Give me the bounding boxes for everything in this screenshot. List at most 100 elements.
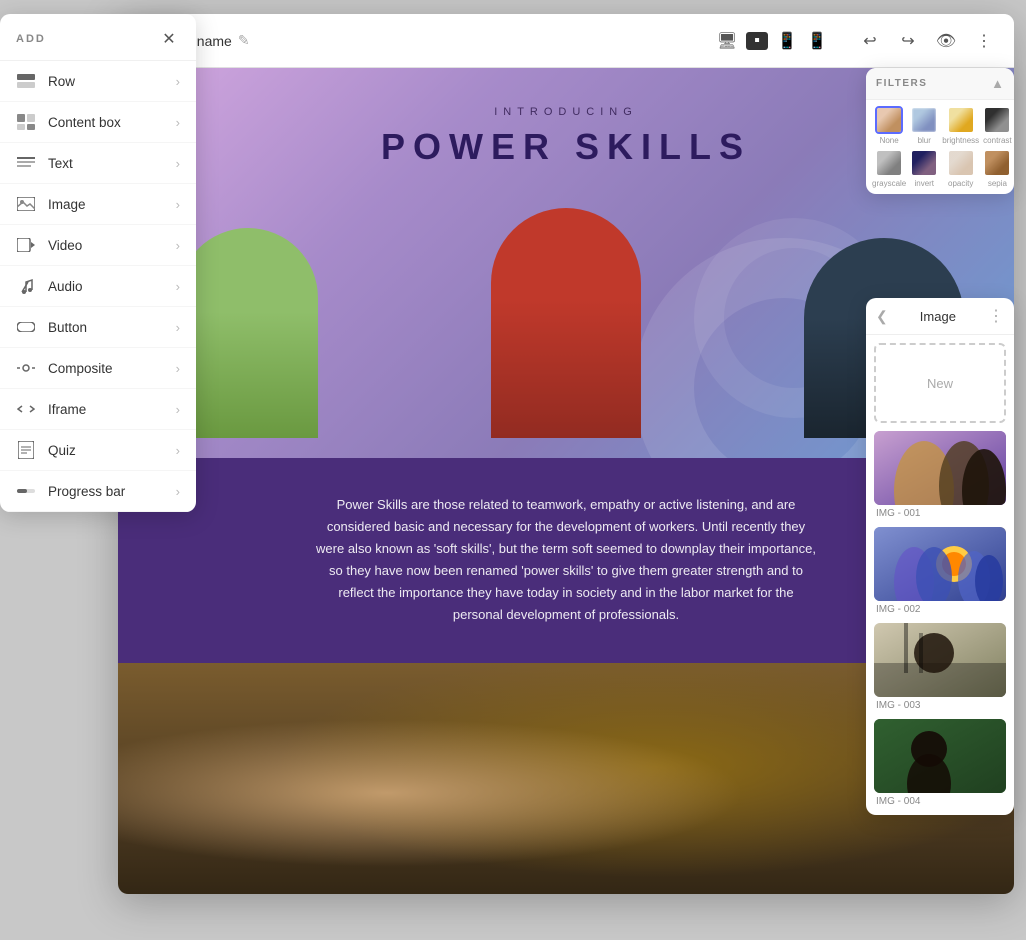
filter-none-label: None: [880, 136, 899, 145]
image-label-003: IMG - 003: [874, 700, 1006, 711]
device-icons: 🖥 ▪ 📱 📱: [716, 32, 828, 50]
content-box-chevron-icon: ›: [176, 115, 180, 130]
filters-title: FILTERS: [876, 78, 927, 89]
filter-brightness-label: brightness: [942, 136, 979, 145]
iframe-icon: [16, 399, 36, 419]
filter-grayscale[interactable]: grayscale: [872, 149, 906, 188]
filter-grayscale-label: grayscale: [872, 179, 906, 188]
sidebar-item-composite[interactable]: Composite ›: [0, 348, 196, 389]
sidebar-item-quiz[interactable]: Quiz ›: [0, 430, 196, 471]
filters-collapse-button[interactable]: ▲: [991, 76, 1004, 91]
sidebar-header: ADD ✕: [0, 14, 196, 61]
sidebar-item-label-composite: Composite: [48, 361, 113, 376]
sidebar-item-label-progress-bar: Progress bar: [48, 484, 125, 499]
video-icon: [16, 235, 36, 255]
filters-header: FILTERS ▲: [866, 68, 1014, 100]
sidebar-item-image[interactable]: Image ›: [0, 184, 196, 225]
button-icon: [16, 317, 36, 337]
filter-blur-label: blur: [918, 136, 931, 145]
sidebar-item-row[interactable]: Row ›: [0, 61, 196, 102]
filter-none[interactable]: None: [872, 106, 906, 145]
filter-sepia[interactable]: sepia: [983, 149, 1011, 188]
edit-unit-name-icon[interactable]: ✎: [238, 32, 250, 49]
undo-button[interactable]: ↩: [856, 27, 884, 55]
text-chevron-icon: ›: [176, 156, 180, 171]
iframe-chevron-icon: ›: [176, 402, 180, 417]
filter-opacity-label: opacity: [948, 179, 973, 188]
quiz-chevron-icon: ›: [176, 443, 180, 458]
image-list-item-002[interactable]: IMG - 002: [874, 527, 1006, 615]
sidebar-close-button[interactable]: ✕: [158, 28, 180, 50]
sidebar-item-text[interactable]: Text ›: [0, 143, 196, 184]
left-sidebar: ADD ✕ Row › Content box › Text ›: [0, 14, 196, 512]
image-list-item-004[interactable]: IMG - 004: [874, 719, 1006, 807]
redo-button[interactable]: ↪: [894, 27, 922, 55]
sidebar-item-button[interactable]: Button ›: [0, 307, 196, 348]
filter-invert[interactable]: invert: [910, 149, 938, 188]
sidebar-item-label-iframe: Iframe: [48, 402, 86, 417]
sidebar-item-label-content-box: Content box: [48, 115, 121, 130]
image-label-001: IMG - 001: [874, 508, 1006, 519]
filter-invert-label: invert: [914, 179, 934, 188]
image-thumb-002: [874, 527, 1006, 601]
composite-chevron-icon: ›: [176, 361, 180, 376]
sidebar-item-label-image: Image: [48, 197, 86, 212]
filter-brightness[interactable]: brightness: [942, 106, 979, 145]
content-box-icon: [16, 112, 36, 132]
sidebar-item-label-button: Button: [48, 320, 87, 335]
purple-body-text: Power Skills are those related to teamwo…: [316, 494, 816, 627]
hero-subtitle: INTRODUCING: [494, 106, 638, 118]
image-panel-menu-button[interactable]: ⋮: [988, 306, 1004, 326]
hero-title: POWER SKILLS: [381, 126, 751, 168]
sidebar-item-iframe[interactable]: Iframe ›: [0, 389, 196, 430]
filter-sepia-label: sepia: [988, 179, 1007, 188]
sidebar-item-progress-bar[interactable]: Progress bar ›: [0, 471, 196, 512]
person-center: [491, 208, 641, 438]
more-options-button[interactable]: ⋮: [970, 27, 998, 55]
sidebar-item-video[interactable]: Video ›: [0, 225, 196, 266]
progress-bar-chevron-icon: ›: [176, 484, 180, 499]
sidebar-item-label-video: Video: [48, 238, 82, 253]
progress-bar-icon: [16, 481, 36, 501]
sidebar-item-audio[interactable]: Audio ›: [0, 266, 196, 307]
image-panel: ❮ Image ⋮ New IMG - 001: [866, 298, 1014, 815]
filter-contrast[interactable]: contrast: [983, 106, 1011, 145]
top-bar: Unit name ✎ 🖥 ▪ 📱 📱 ↩ ↪ 👁 ⋮: [118, 14, 1014, 68]
device-tablet-icon[interactable]: ▪: [746, 32, 768, 50]
image-thumb-001: [874, 431, 1006, 505]
device-desktop-icon[interactable]: 🖥: [716, 32, 738, 50]
image-thumb-003: [874, 623, 1006, 697]
button-chevron-icon: ›: [176, 320, 180, 335]
sidebar-add-label: ADD: [16, 33, 46, 45]
filter-blur[interactable]: blur: [910, 106, 938, 145]
sidebar-item-label-quiz: Quiz: [48, 443, 76, 458]
filter-opacity[interactable]: opacity: [942, 149, 979, 188]
image-icon: [16, 194, 36, 214]
person-left: [178, 228, 318, 438]
image-new-button[interactable]: New: [874, 343, 1006, 423]
sidebar-item-label-row: Row: [48, 74, 75, 89]
device-mobile-landscape-icon[interactable]: 📱: [806, 32, 828, 50]
composite-icon: [16, 358, 36, 378]
filter-contrast-label: contrast: [983, 136, 1011, 145]
image-label-004: IMG - 004: [874, 796, 1006, 807]
image-label-002: IMG - 002: [874, 604, 1006, 615]
top-bar-actions: ↩ ↪ 👁 ⋮: [856, 27, 998, 55]
image-list-item-001[interactable]: IMG - 001: [874, 431, 1006, 519]
image-chevron-icon: ›: [176, 197, 180, 212]
video-chevron-icon: ›: [176, 238, 180, 253]
audio-chevron-icon: ›: [176, 279, 180, 294]
image-panel-header: ❮ Image ⋮: [866, 298, 1014, 335]
row-chevron-icon: ›: [176, 74, 180, 89]
image-list: IMG - 001 IMG - 002: [866, 431, 1014, 815]
image-panel-back-button[interactable]: ❮: [876, 308, 888, 325]
text-icon: [16, 153, 36, 173]
image-list-item-003[interactable]: IMG - 003: [874, 623, 1006, 711]
filters-panel: FILTERS ▲ None blur brightness contrast …: [866, 68, 1014, 194]
sidebar-item-label-audio: Audio: [48, 279, 83, 294]
preview-button[interactable]: 👁: [932, 27, 960, 55]
audio-icon: [16, 276, 36, 296]
image-thumb-004: [874, 719, 1006, 793]
device-mobile-icon[interactable]: 📱: [776, 32, 798, 50]
sidebar-item-content-box[interactable]: Content box ›: [0, 102, 196, 143]
